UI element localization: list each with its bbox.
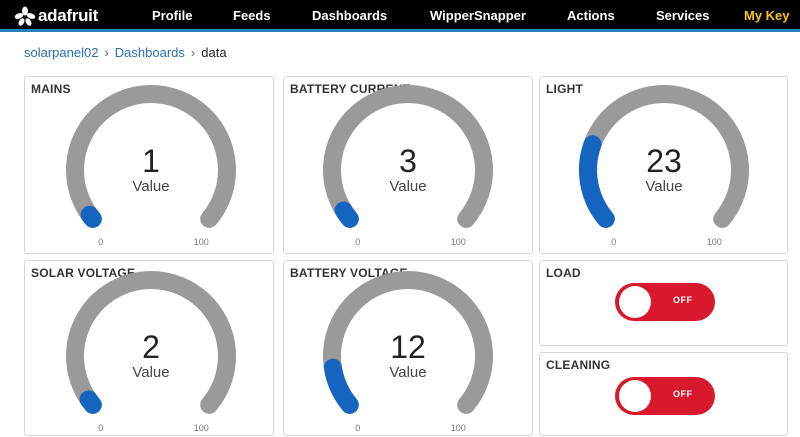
breadcrumb-link-dashboards[interactable]: Dashboards xyxy=(115,45,185,60)
gauge-max-label: 100 xyxy=(194,423,209,433)
gauge-fill xyxy=(334,201,359,228)
gauge-card-light: LIGHT 23 Value 0 100 xyxy=(539,76,788,254)
gauge-battery-voltage: 12Value 0 100 xyxy=(323,271,493,433)
top-nav-bar: adafruit Profile Feeds Dashboards Wipper… xyxy=(0,0,800,32)
gauge-solar-voltage: 2Value 0 100 xyxy=(66,271,236,433)
nav-services[interactable]: Services xyxy=(656,8,710,23)
nav-actions[interactable]: Actions xyxy=(567,8,615,23)
toggle-knob xyxy=(619,286,651,318)
gauge-card-solar-voltage: SOLAR VOLTAGE 2 Value 0 100 xyxy=(24,260,274,436)
brand-name: adafruit xyxy=(38,6,98,25)
load-toggle[interactable]: OFF xyxy=(615,283,715,321)
gauge-max-label: 100 xyxy=(707,237,722,247)
gauge-value-label: Value xyxy=(389,364,426,381)
gauge-min-label: 0 xyxy=(98,423,103,433)
gauge-max-label: 100 xyxy=(451,237,466,247)
nav-my-key[interactable]: My Key xyxy=(744,8,790,23)
nav-wippersnapper[interactable]: WipperSnapper xyxy=(430,8,526,23)
breadcrumb-link-solarpanel02[interactable]: solarpanel02 xyxy=(24,45,98,60)
gauge-battery-current: 3Value 0 100 xyxy=(323,85,493,247)
gauge-card-battery-voltage: BATTERY VOLTAGE 12 Value 0 100 xyxy=(283,260,533,436)
gauge-light: 23Value 0 100 xyxy=(579,85,749,247)
breadcrumb: solarpanel02 › Dashboards › data xyxy=(24,45,227,60)
breadcrumb-separator: › xyxy=(104,45,109,60)
gauge-min-label: 0 xyxy=(98,237,103,247)
card-title: CLEANING xyxy=(546,358,611,372)
nav-dashboards[interactable]: Dashboards xyxy=(312,8,387,23)
card-title: LOAD xyxy=(546,266,581,280)
gauge-value: 23 xyxy=(646,143,682,179)
toggle-state-label: OFF xyxy=(673,389,693,399)
gauge-min-label: 0 xyxy=(355,423,360,433)
gauge-value: 1 xyxy=(142,143,160,179)
toggle-card-load: LOAD OFF xyxy=(539,260,788,346)
gauge-fill xyxy=(323,358,359,414)
gauge-value-label: Value xyxy=(132,178,169,195)
toggle-knob xyxy=(619,380,651,412)
gauge-card-mains: MAINS 1 Value 0 100 xyxy=(24,76,274,254)
adafruit-flower-icon xyxy=(14,6,36,26)
gauge-mains: 1Value 0 100 xyxy=(66,85,236,247)
gauge-min-label: 0 xyxy=(355,237,360,247)
gauge-value: 2 xyxy=(142,329,160,365)
nav-feeds[interactable]: Feeds xyxy=(233,8,271,23)
gauge-max-label: 100 xyxy=(194,237,209,247)
gauge-fill xyxy=(579,135,615,228)
gauge-fill xyxy=(79,390,102,414)
gauge-value-label: Value xyxy=(389,178,426,195)
brand-logo[interactable]: adafruit xyxy=(14,5,98,27)
nav-profile[interactable]: Profile xyxy=(152,8,192,23)
gauge-value: 12 xyxy=(390,329,426,365)
gauge-min-label: 0 xyxy=(611,237,616,247)
gauge-value-label: Value xyxy=(132,364,169,381)
gauge-value-label: Value xyxy=(645,178,682,195)
toggle-state-label: OFF xyxy=(673,295,693,305)
gauge-fill xyxy=(80,205,102,228)
breadcrumb-current: data xyxy=(201,45,227,60)
toggle-card-cleaning: CLEANING OFF xyxy=(539,352,788,436)
gauge-max-label: 100 xyxy=(451,423,466,433)
gauge-card-battery-current: BATTERY CURRENT 3 Value 0 100 xyxy=(283,76,533,254)
breadcrumb-separator: › xyxy=(190,45,196,60)
gauge-value: 3 xyxy=(399,143,417,179)
cleaning-toggle[interactable]: OFF xyxy=(615,377,715,415)
